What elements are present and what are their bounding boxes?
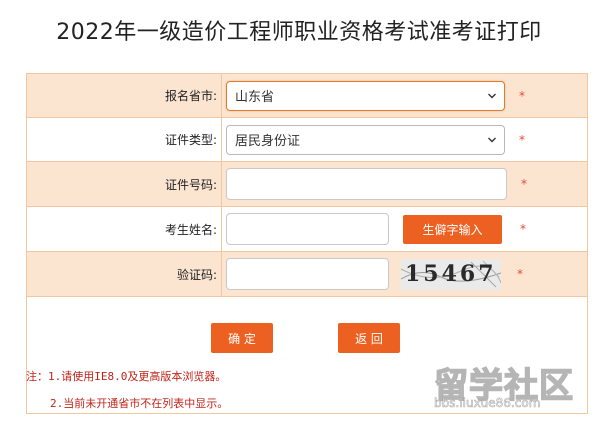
admission-ticket-form: 报名省市: 山东省 * 证件类型: 居民身份证 * 证件号码: * 考生姓名: … <box>26 73 588 297</box>
captcha-label: 验证码: <box>176 267 217 282</box>
note-line-1: 注：1.请使用IE8.0及更高版本浏览器。 <box>26 370 227 383</box>
page-title: 2022年一级造价工程师职业资格考试准考证打印 <box>56 20 542 45</box>
captcha-input[interactable] <box>226 258 389 290</box>
captcha-row: 验证码: 15467 * <box>27 252 587 297</box>
back-button[interactable]: 返 回 <box>338 323 400 353</box>
id-type-field: 居民身份证 * <box>221 118 587 161</box>
rare-char-input-button[interactable]: 生僻字输入 <box>403 214 502 244</box>
id-type-label: 证件类型: <box>164 133 217 147</box>
chevron-down-icon <box>488 137 496 142</box>
captcha-text: 15467 <box>405 260 497 287</box>
province-select[interactable]: 山东省 <box>226 80 505 111</box>
required-star: * <box>519 88 525 103</box>
required-star: * <box>521 177 527 191</box>
province-value: 山东省 <box>235 90 275 105</box>
id-number-label: 证件号码: <box>164 177 217 192</box>
note-line-2: 2.当前未开通省市不在列表中显示。 <box>50 397 229 410</box>
watermark: 留学社区 bbs.liuxue86.com <box>428 358 588 416</box>
id-type-select[interactable]: 居民身份证 <box>226 124 505 155</box>
required-star: * <box>517 267 523 281</box>
name-label: 考生姓名: <box>164 222 217 237</box>
watermark-url: bbs.liuxue86.com <box>434 396 541 411</box>
province-row: 报名省市: 山东省 * <box>27 74 587 118</box>
id-type-value: 居民身份证 <box>235 134 301 149</box>
id-number-field: * <box>221 162 587 206</box>
chevron-down-icon <box>488 93 496 98</box>
id-number-row: 证件号码: * <box>27 162 587 207</box>
id-number-input[interactable] <box>226 168 507 200</box>
captcha-image[interactable]: 15467 <box>401 258 501 290</box>
name-row: 考生姓名: 生僻字输入 * <box>27 207 587 252</box>
province-label: 报名省市: <box>164 89 217 103</box>
required-star: * <box>520 222 526 236</box>
confirm-button[interactable]: 确 定 <box>211 323 273 353</box>
name-input[interactable] <box>226 213 389 245</box>
required-star: * <box>519 132 525 147</box>
id-type-row: 证件类型: 居民身份证 * <box>27 118 587 162</box>
province-field: 山东省 * <box>221 74 587 117</box>
name-field: 生僻字输入 * <box>221 207 587 251</box>
captcha-field: 15467 * <box>221 252 587 296</box>
